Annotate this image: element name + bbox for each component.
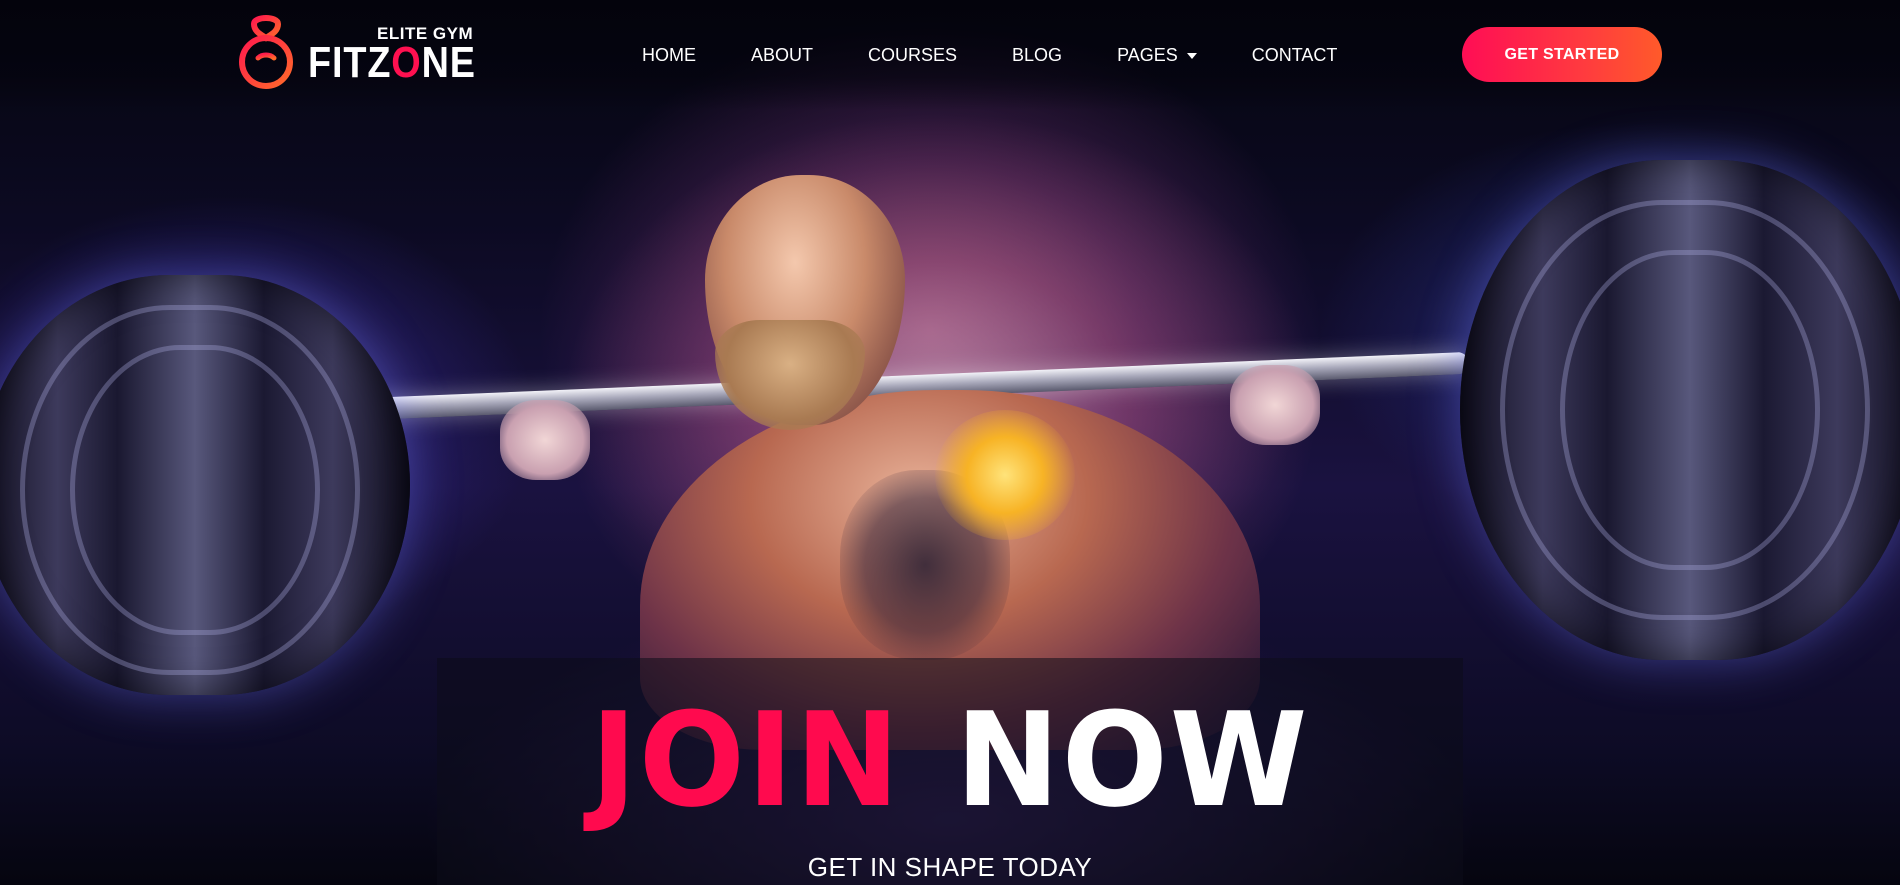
nav-item-pages-label: PAGES: [1117, 44, 1178, 65]
plate-ring: [1560, 250, 1820, 570]
right-hand: [1230, 365, 1320, 445]
nav-item-contact[interactable]: CONTACT: [1252, 45, 1338, 66]
nav-item-courses[interactable]: COURSES: [868, 45, 957, 66]
brand-name-part2: NE: [421, 38, 476, 87]
shoulder-glow: [935, 410, 1075, 540]
plate-ring: [70, 345, 320, 635]
hero-title-join: JOIN: [590, 684, 902, 836]
brand-name-part1: FITZ: [308, 38, 392, 87]
brand-name: FITZONE: [308, 38, 476, 88]
nav-item-about[interactable]: ABOUT: [751, 45, 813, 66]
hero-subtitle: GET IN SHAPE TODAY: [807, 852, 1093, 882]
kettlebell-logo-icon: [239, 15, 293, 89]
nav-item-pages[interactable]: PAGES: [1117, 45, 1197, 66]
brand-logo[interactable]: ELITE GYM FITZONE: [236, 14, 476, 90]
get-started-button[interactable]: GET STARTED: [1462, 27, 1662, 82]
hero-title: JOIN NOW: [0, 690, 1900, 830]
top-navbar: ELITE GYM FITZONE HOME ABOUT COURSES BLO…: [0, 0, 1900, 110]
chevron-down-icon: [1186, 53, 1197, 59]
nav-item-home[interactable]: HOME: [642, 45, 696, 66]
right-weight-plates: [1460, 160, 1900, 660]
left-hand: [500, 400, 590, 480]
brand-name-accent: O: [391, 38, 422, 87]
landing-page: ELITE GYM FITZONE HOME ABOUT COURSES BLO…: [0, 0, 1900, 885]
nav-item-blog[interactable]: BLOG: [1012, 45, 1062, 66]
hero-title-now: NOW: [955, 684, 1310, 836]
main-menu: HOME ABOUT COURSES BLOG PAGES CONTACT: [600, 40, 1392, 70]
left-weight-plates: [0, 275, 410, 695]
